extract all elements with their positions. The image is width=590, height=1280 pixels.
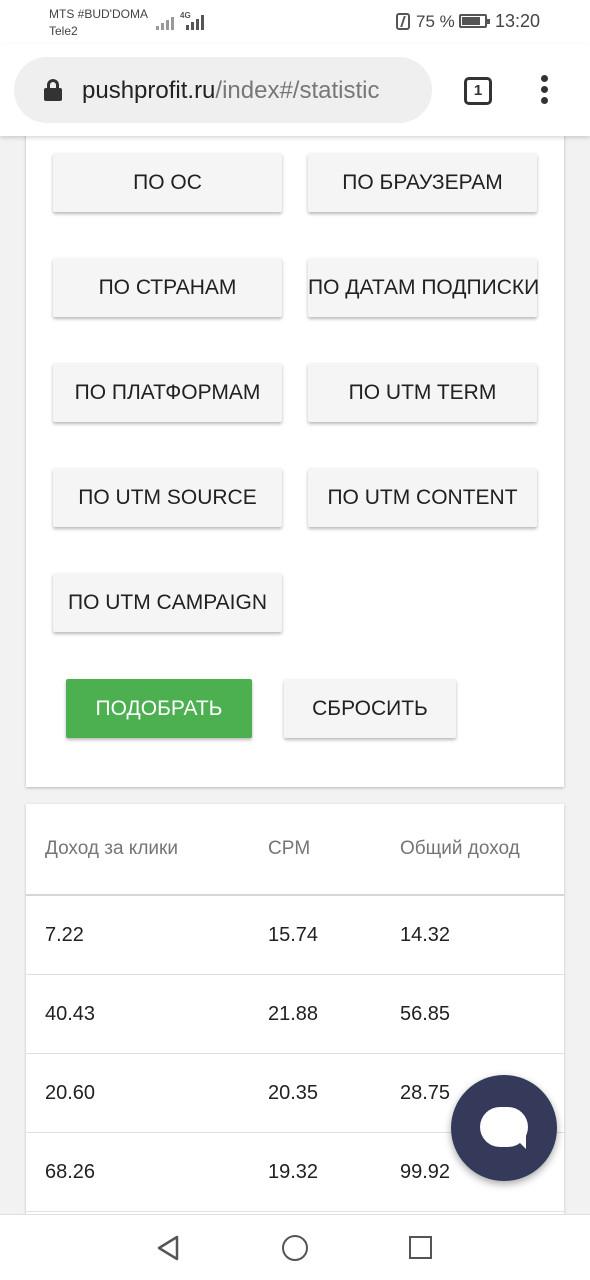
group-by-platform-button[interactable]: ПО ПЛАТФОРМАМ [53, 363, 282, 422]
system-navigation-bar [0, 1214, 590, 1280]
url-text[interactable]: pushprofit.ru/index#/statistic [82, 77, 379, 105]
column-header-click-income[interactable]: Доход за клики [45, 838, 178, 860]
address-bar[interactable]: pushprofit.ru/index#/statistic [14, 57, 432, 123]
column-header-cpm[interactable]: CPM [268, 838, 310, 860]
cell-cpm: 20.35 [268, 1082, 319, 1104]
url-path: /index#/statistic [215, 77, 380, 104]
url-domain: pushprofit.ru [82, 77, 216, 104]
table-header: Доход за клики CPM Общий доход [26, 804, 564, 896]
recent-apps-icon[interactable] [409, 1236, 432, 1259]
carrier-primary: MTS #BUD'DOMA [49, 7, 148, 21]
group-by-country-button[interactable]: ПО СТРАНАМ [53, 258, 282, 317]
cell-click-income: 68.26 [45, 1161, 96, 1183]
group-by-utm-source-button[interactable]: ПО UTM SOURCE [53, 468, 282, 527]
cell-cpm: 15.74 [268, 924, 319, 946]
grouping-filter-card: ПО ОС ПО БРАУЗЕРАМ ПО СТРАНАМ ПО ДАТАМ П… [26, 130, 564, 787]
cell-click-income: 20.60 [45, 1082, 96, 1104]
cell-cpm: 19.32 [268, 1161, 319, 1183]
carrier-secondary: Tele2 [49, 24, 78, 38]
chat-widget-button[interactable] [451, 1075, 557, 1181]
tab-switcher-button[interactable]: 1 [464, 77, 492, 105]
status-bar: MTS #BUD'DOMA Tele2 4G 75 % 13:20 [0, 0, 590, 44]
lock-icon[interactable] [44, 79, 62, 101]
column-header-total-income[interactable]: Общий доход [400, 838, 520, 860]
cell-total-income: 28.75 [400, 1082, 451, 1104]
browser-toolbar: pushprofit.ru/index#/statistic 1 [0, 44, 590, 136]
cell-total-income: 99.92 [400, 1161, 451, 1183]
reset-button[interactable]: СБРОСИТЬ [284, 679, 456, 738]
cell-click-income: 7.22 [45, 924, 84, 946]
home-icon[interactable] [282, 1235, 308, 1261]
group-by-utm-term-button[interactable]: ПО UTM TERM [308, 363, 537, 422]
group-by-utm-content-button[interactable]: ПО UTM CONTENT [308, 468, 537, 527]
clock: 13:20 [495, 11, 541, 31]
back-icon[interactable] [156, 1235, 180, 1261]
battery-percent: 75 % [416, 12, 455, 31]
signal-icon-2 [186, 12, 204, 30]
group-by-subscription-date-button[interactable]: ПО ДАТАМ ПОДПИСКИ [308, 258, 539, 317]
cell-cpm: 21.88 [268, 1003, 319, 1025]
battery-icon [459, 14, 490, 28]
cell-total-income: 56.85 [400, 1003, 451, 1025]
table-row: 7.22 15.74 14.32 [26, 896, 564, 975]
group-by-utm-campaign-button[interactable]: ПО UTM CAMPAIGN [53, 573, 282, 632]
group-by-os-button[interactable]: ПО ОС [53, 153, 282, 212]
table-row: 40.43 21.88 56.85 [26, 975, 564, 1054]
signal-icon [156, 12, 174, 30]
group-by-browser-button[interactable]: ПО БРАУЗЕРАМ [308, 153, 537, 212]
cell-click-income: 40.43 [45, 1003, 96, 1025]
apply-button[interactable]: ПОДОБРАТЬ [66, 679, 252, 738]
cell-total-income: 14.32 [400, 924, 451, 946]
nfc-icon [396, 13, 410, 30]
more-menu-icon[interactable] [538, 75, 550, 107]
